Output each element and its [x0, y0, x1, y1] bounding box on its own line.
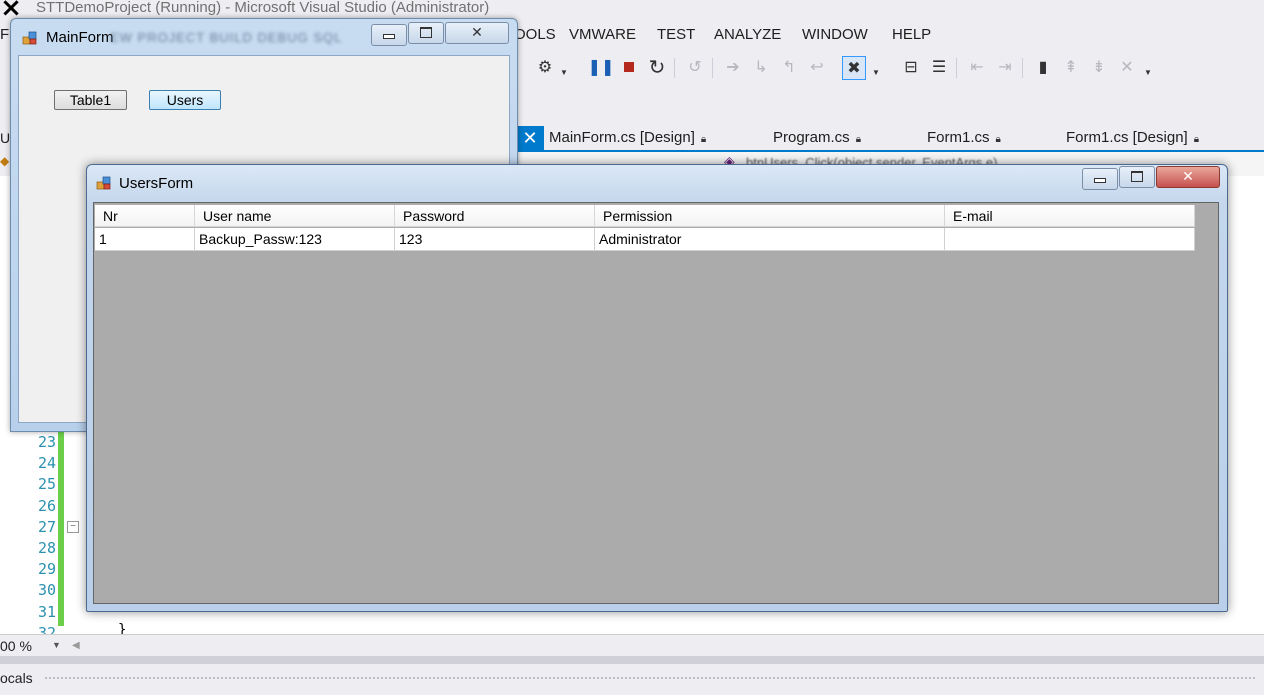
menu-analyze[interactable]: ANALYZE — [714, 26, 781, 43]
vs-window-title: STTDemoProject (Running) - Microsoft Vis… — [36, 0, 490, 16]
hex-display-icon[interactable]: ✖ — [842, 56, 866, 80]
collapse-icon[interactable]: − — [67, 521, 79, 533]
tab-label: MainForm.cs [Design] — [549, 129, 695, 146]
toolbar-separator — [674, 58, 675, 78]
line-number: 31 — [37, 602, 56, 621]
stack-frame-icon[interactable]: ☰ — [928, 56, 950, 78]
users-button[interactable]: Users — [149, 90, 221, 110]
maximize-button[interactable] — [1119, 166, 1155, 188]
grid-cell[interactable]: 1 — [95, 228, 195, 251]
winform-icon — [96, 176, 111, 190]
grid-cell[interactable]: 123 — [395, 228, 595, 251]
next-bookmark-icon[interactable]: ⇟ — [1088, 56, 1110, 78]
line-number: 24 — [37, 454, 56, 473]
table1-button[interactable]: Table1 — [54, 90, 127, 110]
panel-splitter[interactable] — [0, 656, 1264, 664]
toolbar-separator — [712, 58, 713, 78]
grid-cell[interactable] — [945, 228, 1195, 251]
column-header[interactable]: User name — [195, 205, 395, 227]
comment-icon[interactable]: ⇤ — [966, 56, 988, 78]
uncomment-icon[interactable]: ⇥ — [994, 56, 1016, 78]
toolbar-separator — [956, 58, 957, 78]
stop-icon[interactable] — [618, 56, 640, 78]
column-header[interactable]: Nr — [95, 205, 195, 227]
grid-cell[interactable]: Backup_Passw:123 — [195, 228, 395, 251]
line-number: 30 — [37, 581, 56, 600]
step-out-icon[interactable]: ↰ — [778, 56, 800, 78]
minimize-icon — [383, 34, 395, 39]
column-header[interactable]: E-mail — [945, 205, 1195, 227]
minimize-button[interactable] — [1082, 168, 1118, 190]
usersform-title: UsersForm — [119, 175, 194, 192]
menu-tools[interactable]: OOLS — [514, 26, 556, 43]
line-number: 26 — [37, 496, 56, 515]
class-icon: ◆ — [0, 154, 10, 168]
chevron-down-icon[interactable]: ▼ — [872, 68, 880, 77]
menu-test[interactable]: TEST — [657, 26, 695, 43]
line-number: 23 — [37, 433, 56, 451]
line-number: 27 — [37, 517, 56, 536]
line-number: 28 — [37, 539, 56, 557]
maximize-button[interactable] — [408, 22, 444, 44]
lock-icon: 🔒︎ — [1193, 134, 1200, 145]
panel-grip[interactable] — [44, 676, 1256, 681]
maximize-icon — [420, 27, 432, 38]
toolbar-separator — [1022, 58, 1023, 78]
change-tracking-margin — [58, 430, 64, 626]
close-icon[interactable]: ✕ — [516, 126, 544, 150]
chevron-down-icon[interactable]: ▼ — [1144, 68, 1152, 77]
step-back-icon[interactable]: ↩ — [806, 56, 828, 78]
clear-bookmarks-icon[interactable]: ✕ — [1116, 56, 1138, 78]
threads-icon[interactable]: ⊟ — [900, 56, 922, 78]
minimize-button[interactable] — [371, 24, 407, 46]
tab-mainform-design[interactable]: MainForm.cs [Design] 🔒︎ — [549, 129, 706, 146]
maximize-icon — [1131, 171, 1143, 182]
chevron-down-icon[interactable]: ▼ — [52, 640, 61, 650]
blurred-background-text: EW PROJECT BUILD DEBUG SQL — [110, 30, 343, 45]
tab-program[interactable]: Program.cs 🔒︎ — [773, 129, 861, 146]
minimize-icon — [1094, 178, 1106, 183]
menu-help[interactable]: HELP — [892, 26, 931, 43]
mainform-title: MainForm — [46, 29, 114, 46]
line-number: 25 — [37, 475, 56, 494]
menu-window[interactable]: WINDOW — [802, 26, 868, 43]
close-icon: ✕ — [471, 24, 483, 40]
lock-icon: 🔒︎ — [855, 134, 862, 145]
show-next-statement-icon[interactable]: ↺ — [684, 56, 706, 78]
winform-icon — [22, 31, 37, 45]
editor-status-strip — [0, 634, 1264, 657]
locals-panel-title[interactable]: ocals — [0, 670, 33, 686]
scroll-left-icon[interactable]: ◀ — [72, 640, 80, 651]
zoom-level[interactable]: 00 % — [0, 638, 32, 654]
bookmark-icon[interactable]: ▮ — [1032, 56, 1054, 78]
restart-icon[interactable]: ↻ — [646, 56, 668, 79]
attach-process-icon[interactable]: ⚙ — [534, 56, 556, 78]
grid-cell[interactable]: Administrator — [595, 228, 945, 251]
visual-studio-logo-icon: ⨯ — [0, 0, 22, 22]
chevron-down-icon[interactable]: ▼ — [560, 68, 568, 77]
menu-vmware[interactable]: VMWARE — [569, 26, 636, 43]
column-header[interactable]: Password — [395, 205, 595, 227]
users-data-grid[interactable] — [93, 202, 1219, 604]
close-button[interactable]: ✕ — [1156, 166, 1220, 188]
lock-icon: 🔒︎ — [995, 134, 1001, 145]
column-header[interactable]: Permission — [595, 205, 945, 227]
tab-label: Form1.cs — [927, 129, 990, 146]
step-into-icon[interactable]: ➔ — [722, 56, 744, 78]
step-over-icon[interactable]: ↳ — [750, 56, 772, 78]
close-icon: ✕ — [1182, 168, 1194, 184]
tab-label: Program.cs — [773, 129, 850, 146]
vs-debug-toolbar: ⚙ ▼ ❚❚ ↻ ↺ ➔ ↳ ↰ ↩ ✖ ▼ ⊟ ☰ ⇤ ⇥ ▮ ⇞ ⇟ ✕ ▼ — [520, 56, 1264, 82]
previous-bookmark-icon[interactable]: ⇞ — [1060, 56, 1082, 78]
tab-form1[interactable]: Form1.cs 🔒︎ — [927, 129, 1001, 146]
tab-form1-design[interactable]: Form1.cs [Design] 🔒︎ — [1066, 129, 1199, 146]
line-number: 29 — [37, 560, 56, 579]
close-button[interactable]: ✕ — [445, 22, 509, 44]
lock-icon: 🔒︎ — [700, 134, 707, 145]
pause-icon[interactable]: ❚❚ — [588, 56, 615, 78]
tab-label: Form1.cs [Design] — [1066, 129, 1188, 146]
